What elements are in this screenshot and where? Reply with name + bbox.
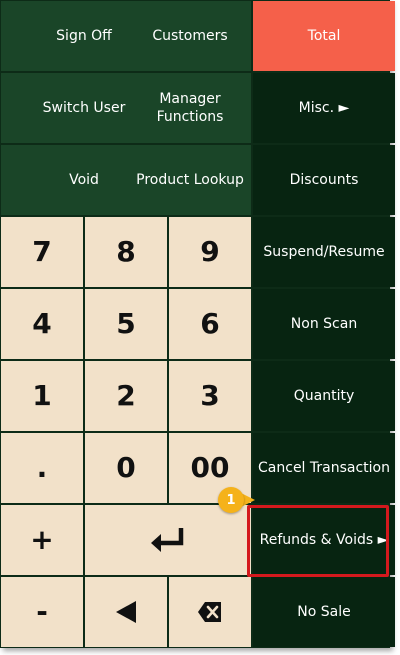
- key-4[interactable]: 4: [1, 289, 83, 359]
- key-decimal[interactable]: .: [1, 433, 83, 503]
- cancel-transaction-button[interactable]: Cancel Transaction: [253, 433, 395, 503]
- discounts-button[interactable]: Discounts: [253, 145, 395, 215]
- key-2[interactable]: 2: [85, 361, 167, 431]
- key-0[interactable]: 0: [85, 433, 167, 503]
- quantity-button[interactable]: Quantity: [253, 361, 395, 431]
- key-5[interactable]: 5: [85, 289, 167, 359]
- left-arrow-icon: [113, 599, 139, 625]
- callout-badge: 1: [218, 487, 244, 513]
- key-minus[interactable]: -: [1, 577, 83, 647]
- key-3[interactable]: 3: [169, 361, 251, 431]
- key-7[interactable]: 7: [1, 217, 83, 287]
- backspace-icon: [197, 601, 223, 623]
- total-button[interactable]: Total: [253, 1, 395, 71]
- product-lookup-button[interactable]: Product Lookup: [129, 145, 251, 215]
- suspend-resume-button[interactable]: Suspend/Resume: [253, 217, 395, 287]
- back-button[interactable]: [85, 577, 167, 647]
- backspace-button[interactable]: [169, 577, 251, 647]
- key-1[interactable]: 1: [1, 361, 83, 431]
- key-6[interactable]: 6: [169, 289, 251, 359]
- key-8[interactable]: 8: [85, 217, 167, 287]
- enter-icon: [149, 525, 187, 555]
- customers-button[interactable]: Customers: [129, 1, 251, 71]
- enter-button[interactable]: [85, 505, 251, 575]
- key-plus[interactable]: +: [1, 505, 83, 575]
- pos-keypad-panel: Sign Off Customers Total Switch User Man…: [0, 0, 395, 648]
- manager-functions-button[interactable]: Manager Functions: [129, 73, 251, 143]
- misc-button[interactable]: Misc. ►: [253, 73, 395, 143]
- non-scan-button[interactable]: Non Scan: [253, 289, 395, 359]
- key-9[interactable]: 9: [169, 217, 251, 287]
- refunds-voids-button[interactable]: Refunds & Voids ►: [253, 505, 395, 575]
- no-sale-button[interactable]: No Sale: [253, 577, 395, 647]
